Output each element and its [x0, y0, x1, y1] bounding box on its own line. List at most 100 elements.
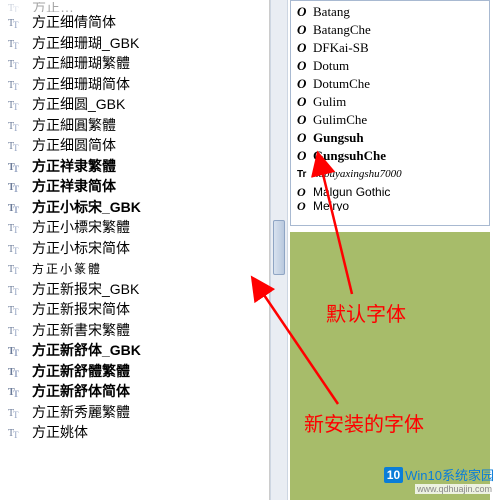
svg-text:T: T: [13, 184, 19, 193]
opentype-icon: O: [297, 130, 313, 146]
font-label: 方正细倩简体: [32, 12, 116, 32]
font-item[interactable]: TT方正新秀麗繁體: [8, 402, 269, 423]
system-font-item[interactable]: OMalgun Gothic: [297, 183, 489, 201]
watermark-url: www.qdhuajin.com: [415, 484, 494, 494]
svg-text:T: T: [13, 102, 19, 111]
truetype-icon: TT: [8, 56, 22, 70]
font-item[interactable]: TT 方正細珊瑚繁體: [8, 53, 269, 74]
system-font-label: Malgun Gothic: [313, 185, 390, 199]
system-font-item[interactable]: OMeiryo: [297, 201, 489, 211]
scroll-thumb[interactable]: [273, 220, 285, 275]
truetype-icon: TT: [8, 118, 22, 132]
font-item[interactable]: TT 方正細圓繁體: [8, 115, 269, 136]
truetype-icon: TT: [8, 2, 22, 12]
font-item[interactable]: TT方正小标宋简体: [8, 238, 269, 259]
system-font-item[interactable]: ODotumChe: [297, 75, 489, 93]
truetype-icon: TT: [8, 282, 22, 296]
font-item[interactable]: TT方正细珊瑚_GBK: [8, 33, 269, 54]
font-item[interactable]: TT方正祥隶简体: [8, 176, 269, 197]
system-font-label: Dotum: [313, 58, 349, 74]
font-item[interactable]: TT方正新舒体_GBK: [8, 340, 269, 361]
system-font-label: Batang: [313, 4, 350, 20]
font-label: 方正小标宋简体: [32, 238, 130, 258]
font-label: 方正小標宋繁體: [32, 217, 130, 237]
font-item[interactable]: TT 方正细珊瑚简体: [8, 74, 269, 95]
svg-text:T: T: [13, 205, 19, 214]
svg-text:T: T: [13, 287, 19, 296]
font-label: 方正細珊瑚繁體: [32, 53, 130, 73]
truetype-icon: TT: [8, 261, 22, 275]
opentype-icon: O: [297, 94, 313, 110]
system-font-label: Gungsuh: [313, 130, 364, 146]
svg-text:T: T: [13, 41, 19, 50]
font-item[interactable]: TT 方正小标宋_GBK: [8, 197, 269, 218]
truetype-icon: TT: [8, 179, 22, 193]
font-item[interactable]: TT方正新报宋_GBK: [8, 279, 269, 300]
font-item[interactable]: TT 方正新舒体简体: [8, 381, 269, 402]
font-item[interactable]: TT方正祥隶繁體: [8, 156, 269, 177]
font-label: 方正細圓繁體: [32, 115, 116, 135]
font-label: 方正…: [32, 2, 74, 12]
font-label: 方正姚体: [32, 422, 88, 442]
svg-text:T: T: [13, 164, 19, 173]
left-font-pane: TT方正…TT方正细倩简体TT方正细珊瑚_GBKTT方正細珊瑚繁體TT方正细珊瑚…: [0, 0, 270, 500]
annotation-default-font: 默认字体: [326, 298, 406, 327]
system-font-item[interactable]: OBatang: [297, 3, 489, 21]
system-font-item[interactable]: Trhdbuyaxingshu7000: [297, 165, 489, 183]
system-font-list[interactable]: OBatangOBatangCheODFKai-SBODotumODotumCh…: [291, 3, 489, 211]
truetype-icon: TT: [8, 77, 22, 91]
opentype-icon: O: [297, 76, 313, 92]
font-item[interactable]: TT方正新报宋简体: [8, 299, 269, 320]
system-font-item[interactable]: OGulim: [297, 93, 489, 111]
system-font-item[interactable]: ODotum: [297, 57, 489, 75]
system-font-item[interactable]: OGulimChe: [297, 111, 489, 129]
annotation-new-font: 新安装的字体: [304, 408, 424, 437]
system-font-item[interactable]: OGungsuh: [297, 129, 489, 147]
system-font-label: DFKai-SB: [313, 40, 369, 56]
system-font-label: Meiryo: [313, 201, 349, 211]
svg-text:T: T: [13, 123, 19, 132]
opentype-icon: O: [297, 148, 313, 164]
font-item[interactable]: TT方正小標宋繁體: [8, 217, 269, 238]
svg-text:T: T: [13, 369, 19, 378]
svg-text:T: T: [13, 307, 19, 316]
font-label: 方正细珊瑚简体: [32, 74, 130, 94]
font-list[interactable]: TT方正…TT方正细倩简体TT方正细珊瑚_GBKTT方正細珊瑚繁體TT方正细珊瑚…: [0, 0, 269, 443]
svg-text:T: T: [13, 389, 19, 398]
font-label: 方正小标宋_GBK: [32, 197, 141, 217]
svg-text:T: T: [13, 266, 19, 275]
system-font-item[interactable]: ODFKai-SB: [297, 39, 489, 57]
font-item[interactable]: TT方正细圆_GBK: [8, 94, 269, 115]
font-item[interactable]: TT方正新舒體繁體: [8, 361, 269, 382]
font-label: 方正新舒体_GBK: [32, 340, 141, 360]
truetype-icon: TT: [8, 405, 22, 419]
svg-text:T: T: [13, 82, 19, 91]
system-font-label: Gulim: [313, 94, 346, 110]
font-item[interactable]: TT方正新書宋繁體: [8, 320, 269, 341]
font-item[interactable]: TT 方正小篆體: [8, 258, 269, 279]
opentype-icon: O: [297, 201, 313, 211]
font-label: 方正新書宋繁體: [32, 320, 130, 340]
truetype-icon: TT: [8, 384, 22, 398]
font-item[interactable]: TT方正细圆简体: [8, 135, 269, 156]
font-item[interactable]: TT 方正…: [8, 2, 269, 12]
font-item[interactable]: TT方正姚体: [8, 422, 269, 443]
system-font-label: DotumChe: [313, 76, 370, 92]
svg-text:T: T: [13, 61, 19, 70]
truetype-icon: TT: [8, 200, 22, 214]
svg-text:T: T: [13, 20, 19, 29]
vertical-scrollbar[interactable]: [270, 0, 288, 500]
truetype-icon: Tr: [297, 169, 313, 180]
opentype-icon: O: [297, 22, 313, 38]
font-label: 方正新舒体简体: [32, 381, 130, 401]
font-label: 方正小篆體: [32, 260, 102, 277]
svg-text:T: T: [13, 328, 19, 337]
system-font-item[interactable]: OBatangChe: [297, 21, 489, 39]
svg-text:T: T: [13, 246, 19, 255]
font-item[interactable]: TT方正细倩简体: [8, 12, 269, 33]
opentype-icon: O: [297, 185, 313, 200]
system-font-pane: OBatangOBatangCheODFKai-SBODotumODotumCh…: [290, 0, 490, 226]
system-font-item[interactable]: OGungsuhChe: [297, 147, 489, 165]
system-font-label: GungsuhChe: [313, 148, 386, 164]
truetype-icon: TT: [8, 97, 22, 111]
